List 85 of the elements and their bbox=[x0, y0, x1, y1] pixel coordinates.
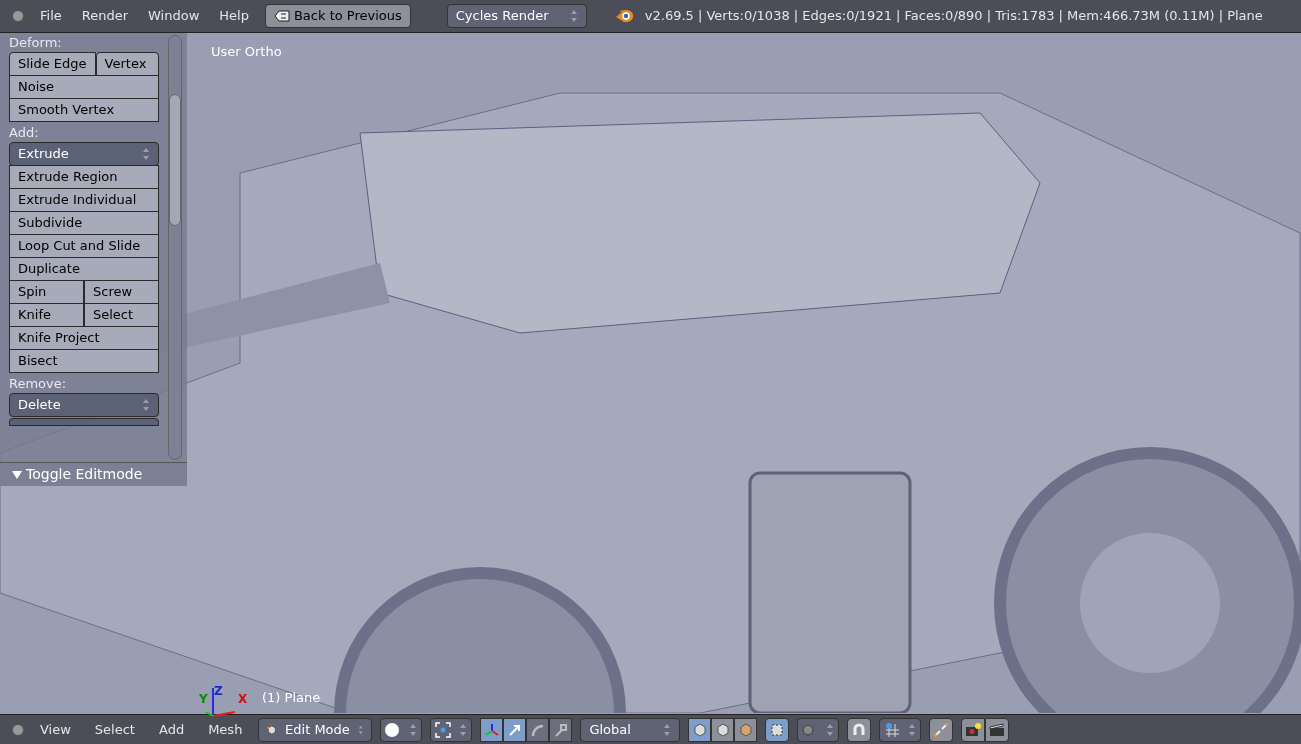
tool-button[interactable]: Screw bbox=[84, 280, 159, 304]
tool-button[interactable]: Vertex bbox=[95, 52, 159, 76]
clapperboard-icon bbox=[989, 722, 1006, 737]
select-mode-toggle[interactable] bbox=[688, 717, 712, 742]
select-mode-toggle[interactable] bbox=[711, 717, 735, 742]
tool-button[interactable]: Knife Project bbox=[9, 326, 159, 350]
pivot-dropdown[interactable] bbox=[430, 717, 473, 742]
cube-icon bbox=[267, 722, 278, 737]
arrows-icon bbox=[934, 722, 949, 737]
stepper-icon bbox=[142, 398, 150, 412]
stepper-icon bbox=[569, 9, 578, 23]
dropdown-menu[interactable]: Extrude bbox=[9, 142, 159, 166]
render-still-button[interactable] bbox=[961, 717, 986, 742]
snap-element-dropdown[interactable] bbox=[879, 717, 922, 742]
axes-icon bbox=[484, 722, 499, 737]
axis-label: Z bbox=[214, 685, 223, 697]
collapse-icon[interactable] bbox=[12, 723, 24, 736]
tool-button[interactable]: Subdivide bbox=[9, 211, 159, 235]
menu-item[interactable]: Select bbox=[86, 719, 143, 740]
tool-button[interactable]: Select bbox=[84, 303, 159, 327]
menu-item[interactable]: Add bbox=[150, 719, 193, 740]
view-label: User Ortho bbox=[211, 43, 282, 61]
section-heading: Remove: bbox=[9, 375, 68, 393]
arrow-icon bbox=[507, 722, 522, 737]
magnet-icon bbox=[852, 722, 867, 737]
cube-icon bbox=[738, 722, 753, 737]
manipulator-toggle[interactable] bbox=[549, 717, 573, 742]
manipulator-toggle[interactable] bbox=[503, 717, 527, 742]
snap-toggle[interactable] bbox=[847, 717, 872, 742]
orientation-dropdown[interactable]: Global bbox=[580, 717, 681, 742]
section-heading: Deform: bbox=[9, 34, 63, 52]
tool-button[interactable]: Slide Edge bbox=[9, 52, 96, 76]
partial-dropdown[interactable] bbox=[9, 418, 159, 426]
tool-button[interactable]: Bisect bbox=[9, 349, 159, 373]
stepper-icon bbox=[663, 722, 672, 737]
tool-button[interactable]: Knife bbox=[9, 303, 84, 327]
tool-button[interactable]: Extrude Region bbox=[9, 165, 159, 189]
shading-dropdown[interactable] bbox=[380, 717, 423, 742]
stepper-icon bbox=[459, 722, 468, 737]
tool-button[interactable]: Extrude Individual bbox=[9, 188, 159, 212]
app-logo-icon bbox=[614, 8, 633, 24]
extend-toggle[interactable] bbox=[929, 717, 954, 742]
render-animation-button[interactable] bbox=[985, 717, 1010, 742]
stepper-icon bbox=[908, 722, 917, 737]
scene-stats: v2.69.5 | Verts:0/1038 | Edges:0/1921 | Faces:0/890 | Tris:1783 | Mem:466.73M (0.11M) | Plane bbox=[644, 7, 1263, 26]
back-button[interactable]: Back to Previous bbox=[264, 4, 411, 28]
scrollbar[interactable] bbox=[168, 35, 182, 460]
tool-button[interactable]: Smooth Vertex bbox=[9, 98, 159, 122]
tool-button[interactable]: Loop Cut and Slide bbox=[9, 234, 159, 258]
occlude-toggle[interactable] bbox=[765, 717, 790, 742]
operator-panel-header[interactable]: Toggle Editmode bbox=[0, 462, 187, 486]
section-heading: Add: bbox=[9, 124, 40, 142]
menu-item[interactable]: Help bbox=[215, 6, 253, 26]
grid-icon bbox=[884, 721, 901, 738]
tool-button[interactable]: Duplicate bbox=[9, 257, 159, 281]
collapse-icon[interactable] bbox=[12, 10, 24, 22]
manipulator-toggle[interactable] bbox=[526, 717, 550, 742]
cube-icon bbox=[715, 722, 730, 737]
stepper-icon bbox=[409, 722, 418, 737]
menu-item[interactable]: View bbox=[32, 719, 79, 740]
stepper-icon bbox=[826, 722, 835, 737]
dropdown-menu[interactable]: Delete bbox=[9, 393, 159, 417]
stepper-icon bbox=[142, 147, 150, 161]
select-mode-toggle[interactable] bbox=[734, 717, 758, 742]
menu-item[interactable]: Window bbox=[144, 6, 204, 26]
camera-icon bbox=[965, 722, 982, 737]
axis-label: X bbox=[238, 693, 248, 705]
cube-icon bbox=[692, 722, 707, 737]
pivot-icon bbox=[435, 721, 452, 738]
mode-dropdown[interactable]: Edit Mode bbox=[258, 717, 373, 742]
manipulator-toggle[interactable] bbox=[480, 717, 504, 742]
back-icon bbox=[273, 10, 290, 22]
dotted-square-icon bbox=[770, 722, 785, 737]
proportional-dropdown[interactable] bbox=[797, 717, 840, 742]
menu-item[interactable]: File bbox=[36, 6, 66, 26]
object-label: (1) Plane bbox=[262, 689, 321, 707]
render-engine-dropdown[interactable]: Cycles Render bbox=[446, 4, 587, 28]
scale-handle-icon bbox=[553, 722, 568, 737]
disclosure-icon bbox=[12, 469, 22, 480]
axis-label: Y bbox=[199, 693, 208, 705]
menu-item[interactable]: Mesh bbox=[200, 719, 251, 740]
tool-button[interactable]: Noise bbox=[9, 75, 159, 99]
tool-button[interactable]: Spin bbox=[9, 280, 84, 304]
menu-item[interactable]: Render bbox=[77, 6, 133, 26]
arc-icon bbox=[530, 722, 545, 737]
